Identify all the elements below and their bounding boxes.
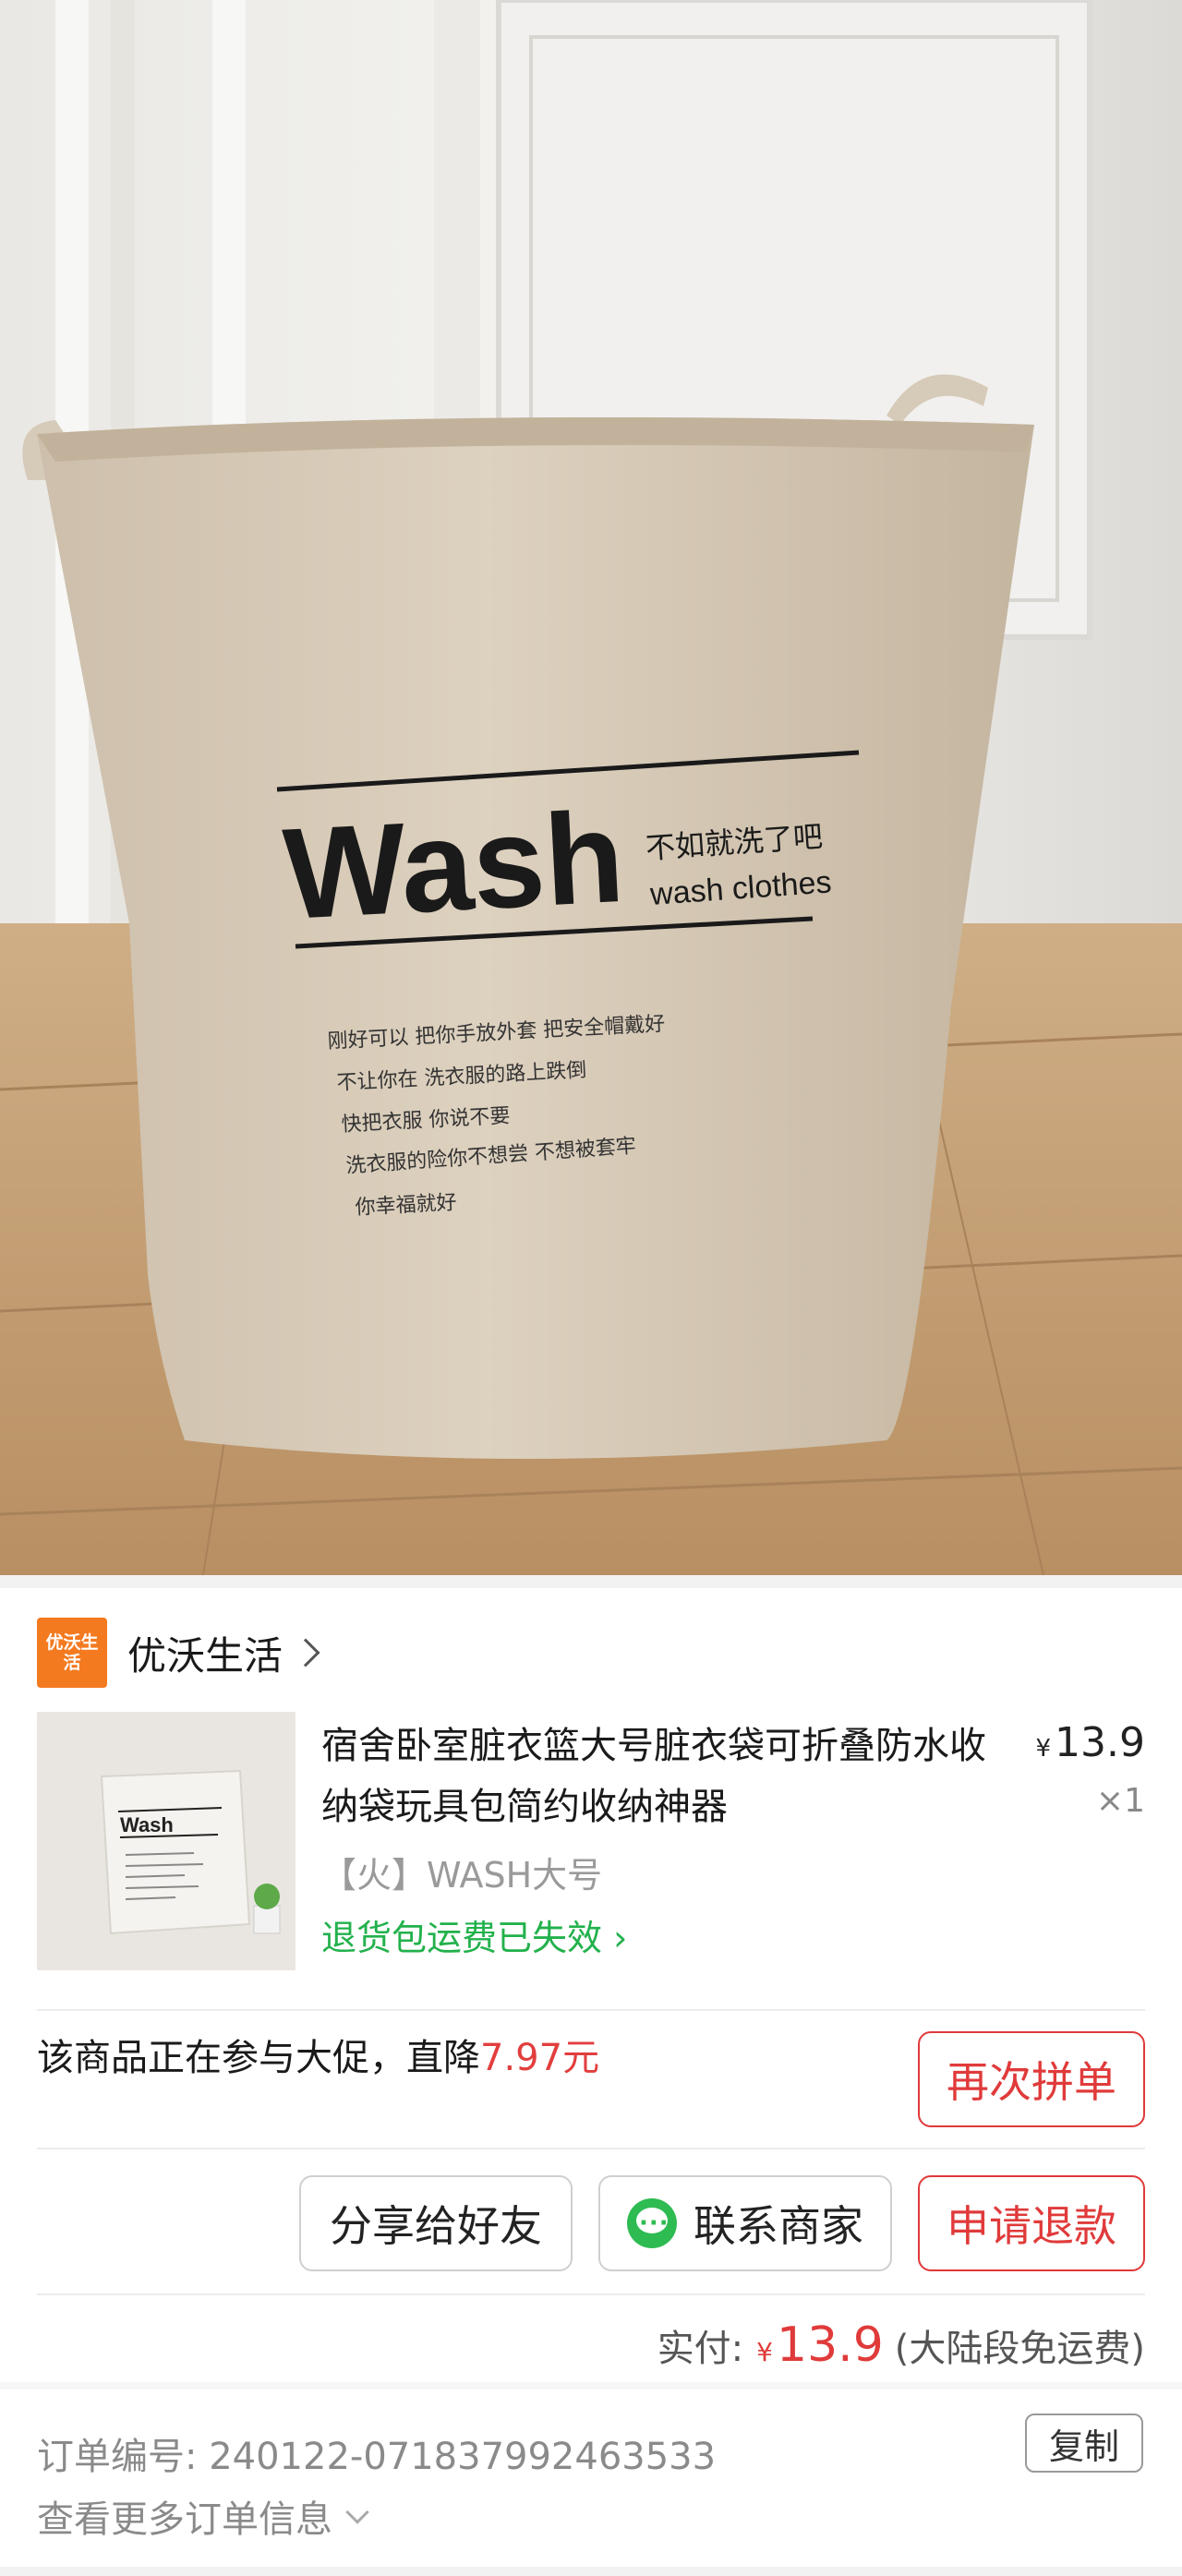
refund-button[interactable]: 申请退款 xyxy=(918,2175,1145,2271)
chevron-down-icon xyxy=(345,2500,369,2524)
wechat-icon xyxy=(627,2198,677,2248)
copy-button[interactable]: 复制 xyxy=(1025,2413,1143,2473)
thumb-brand: Wash xyxy=(120,1813,174,1836)
order-card: 优沃生活 优沃生活 Wash 宿舍卧室脏衣篮大号脏衣袋可折叠防水收纳袋玩具包简约… xyxy=(0,1588,1182,2567)
section-gap xyxy=(0,2382,1182,2389)
shipping-note: (大陆段免运费) xyxy=(894,2328,1145,2370)
paid-amount: 13.9 xyxy=(777,2317,884,2373)
rebuy-button[interactable]: 再次拼单 xyxy=(918,2031,1145,2127)
divider xyxy=(37,2148,1145,2149)
more-order-info-link[interactable]: 查看更多订单信息 xyxy=(37,2489,369,2543)
product-price: ¥13.9 xyxy=(1035,1719,1145,1766)
product-thumbnail[interactable]: Wash xyxy=(37,1712,296,1970)
chevron-right-icon xyxy=(291,1638,320,1667)
shop-name[interactable]: 优沃生活 xyxy=(127,1625,283,1681)
shop-logo: 优沃生活 xyxy=(37,1618,107,1688)
product-spec: 【火】WASH大号 xyxy=(321,1855,603,1896)
payment-summary: 实付: ¥ 13.9 (大陆段免运费) xyxy=(657,2317,1145,2373)
paid-label: 实付: xyxy=(657,2328,744,2370)
divider xyxy=(37,2293,1145,2295)
product-photo: Wash 不如就洗了吧 wash clothes 刚好可以 把你手放外套 把安全… xyxy=(0,0,1182,1575)
product-item[interactable]: Wash 宿舍卧室脏衣篮大号脏衣袋可折叠防水收纳袋玩具包简约收纳神器 ¥13.9… xyxy=(37,1712,1145,1970)
product-quantity: ×1 xyxy=(1095,1782,1145,1820)
divider xyxy=(37,2009,1145,2011)
product-title[interactable]: 宿舍卧室脏衣篮大号脏衣袋可折叠防水收纳袋玩具包简约收纳神器 xyxy=(321,1715,1005,1837)
promo-amount: 7.97元 xyxy=(480,2037,600,2079)
chevron-right-icon: › xyxy=(602,1918,628,1958)
share-button[interactable]: 分享给好友 xyxy=(299,2175,573,2271)
shop-header[interactable]: 优沃生活 优沃生活 xyxy=(37,1618,320,1688)
bag-brand: Wash xyxy=(280,784,627,946)
contact-seller-button[interactable]: 联系商家 xyxy=(598,2175,892,2271)
order-number: 订单编号: 240122-071837992463533 xyxy=(37,2436,717,2478)
refund-shipping-notice[interactable]: 退货包运费已失效 › xyxy=(321,1909,627,1960)
promo-notice: 该商品正在参与大促，直降7.97元 xyxy=(37,2037,600,2079)
